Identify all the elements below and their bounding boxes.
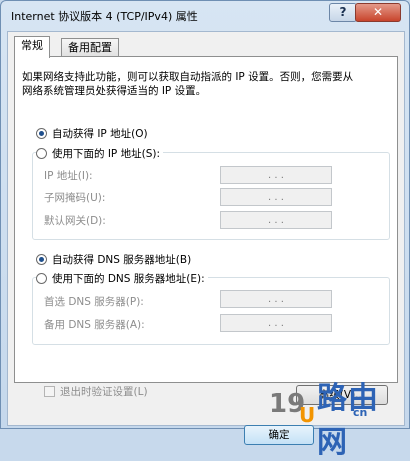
validate-on-exit-option[interactable]: 退出时验证设置(L): [44, 384, 148, 399]
dialog-body: 常规 备用配置 如果网络支持此功能，则可以获取自动指派的 IP 设置。否则，您需…: [7, 31, 405, 445]
watermark-domain: cn: [353, 406, 368, 419]
help-button[interactable]: ?: [329, 3, 357, 22]
manual-dns-option[interactable]: 使用下面的 DNS 服务器地址(E):: [36, 271, 208, 286]
subnet-mask-field[interactable]: . . .: [220, 188, 332, 206]
window-title: Internet 协议版本 4 (TCP/IPv4) 属性: [11, 10, 198, 23]
description-text: 如果网络支持此功能，则可以获取自动指派的 IP 设置。否则，您需要从网络系统管理…: [22, 71, 354, 97]
tab-alternate-config[interactable]: 备用配置: [61, 38, 119, 57]
auto-dns-radio[interactable]: [36, 254, 47, 265]
auto-ip-label: 自动获得 IP 地址(O): [52, 128, 148, 140]
ok-button[interactable]: 确定: [244, 425, 314, 445]
manual-ip-option[interactable]: 使用下面的 IP 地址(S):: [36, 146, 163, 161]
subnet-mask-value: . . .: [268, 191, 284, 203]
preferred-dns-field[interactable]: . . .: [220, 290, 332, 308]
subnet-mask-label: 子网掩码(U):: [44, 192, 106, 204]
manual-ip-radio[interactable]: [36, 148, 47, 159]
auto-ip-option[interactable]: 自动获得 IP 地址(O): [36, 126, 148, 141]
preferred-dns-value: . . .: [268, 293, 284, 305]
auto-dns-option[interactable]: 自动获得 DNS 服务器地址(B): [36, 252, 191, 267]
preferred-dns-label: 首选 DNS 服务器(P):: [44, 296, 144, 308]
dns-group-box: [32, 277, 390, 345]
watermark-letter: U: [299, 403, 316, 427]
close-button[interactable]: ✕: [355, 3, 401, 22]
manual-ip-label: 使用下面的 IP 地址(S):: [52, 148, 160, 160]
alternate-dns-label: 备用 DNS 服务器(A):: [44, 319, 145, 331]
alternate-dns-value: . . .: [268, 317, 284, 329]
auto-dns-label: 自动获得 DNS 服务器地址(B): [52, 254, 192, 266]
ip-address-label: IP 地址(I):: [44, 170, 93, 182]
ip-address-value: . . .: [268, 169, 284, 181]
validate-on-exit-label: 退出时验证设置(L): [60, 386, 148, 398]
manual-dns-label: 使用下面的 DNS 服务器地址(E):: [52, 273, 205, 285]
ip-address-field[interactable]: . . .: [220, 166, 332, 184]
title-bar[interactable]: Internet 协议版本 4 (TCP/IPv4) 属性 ? ✕: [1, 1, 409, 29]
default-gateway-value: . . .: [268, 214, 284, 226]
auto-ip-radio[interactable]: [36, 128, 47, 139]
tab-general[interactable]: 常规: [14, 36, 50, 58]
default-gateway-label: 默认网关(D):: [44, 215, 106, 227]
alternate-dns-field[interactable]: . . .: [220, 314, 332, 332]
validate-on-exit-checkbox[interactable]: [44, 386, 55, 397]
manual-dns-radio[interactable]: [36, 273, 47, 284]
dialog-window: Internet 协议版本 4 (TCP/IPv4) 属性 ? ✕ 常规 备用配…: [0, 0, 410, 460]
default-gateway-field[interactable]: . . .: [220, 211, 332, 229]
